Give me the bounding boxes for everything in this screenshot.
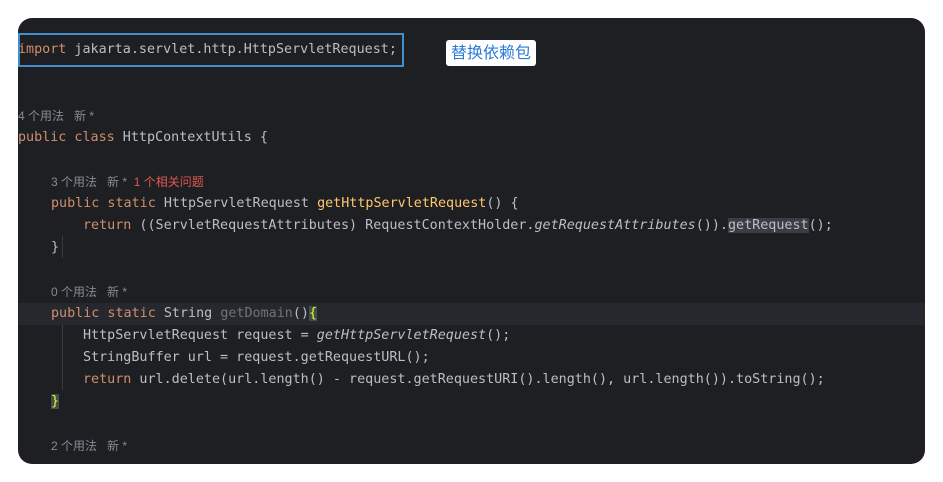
method-name: getDomain <box>220 306 293 321</box>
code-line-method-1[interactable]: public static HttpServletRequest getHttp… <box>18 193 925 215</box>
highlight-box <box>18 33 404 67</box>
code-line-return-2[interactable]: return url.delete(url.length() - request… <box>18 369 925 391</box>
annotation-label: 替换依赖包 <box>446 40 537 66</box>
inlay-usages-hint[interactable]: 2 个用法 新 * <box>18 435 925 457</box>
code-line-method-2[interactable]: public static String getDomain(){ <box>18 303 925 325</box>
code-editor: import jakarta.servlet.http.HttpServletR… <box>18 18 925 464</box>
code-line-class[interactable]: public class HttpContextUtils { <box>18 127 925 149</box>
problems-hint[interactable]: 1 个相关问题 <box>134 175 204 189</box>
class-name: HttpContextUtils { <box>114 130 268 145</box>
inlay-usages-hint[interactable]: 4 个用法 新 * <box>18 105 925 127</box>
code-line-return-1[interactable]: return ((ServletRequestAttributes) Reque… <box>18 215 925 237</box>
inlay-usages-hint[interactable]: 0 个用法 新 * <box>18 281 925 303</box>
code-line-close-1[interactable]: } <box>18 237 925 259</box>
method-name: getHttpServletRequest <box>317 196 487 211</box>
inlay-usages-hint[interactable]: 3 个用法 新 * 1 个相关问题 <box>18 171 925 193</box>
code-line-url[interactable]: StringBuffer url = request.getRequestURL… <box>18 347 925 369</box>
code-line-close-2[interactable]: } <box>18 391 925 413</box>
code-line-request[interactable]: HttpServletRequest request = getHttpServ… <box>18 325 925 347</box>
matched-brace: { <box>309 306 318 321</box>
matched-brace: } <box>51 394 60 409</box>
keyword: public class <box>18 130 115 145</box>
